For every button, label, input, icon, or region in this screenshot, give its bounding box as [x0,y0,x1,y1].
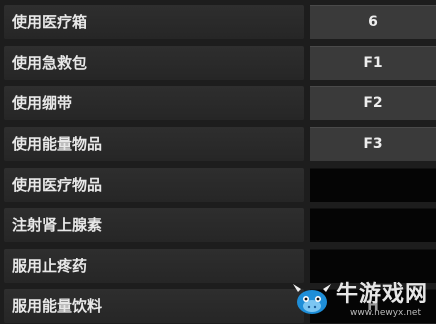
keybind-row-use-medkit: 使用医疗箱 6 [0,5,436,39]
action-cell: 使用能量物品 [4,127,304,161]
keybind-row-use-bandage: 使用绷带 F2 [0,86,436,120]
action-cell: 服用能量饮料 [4,289,304,323]
keybind-row-use-energy-item: 使用能量物品 F3 [0,127,436,161]
action-label: 服用能量饮料 [12,297,103,315]
keybind-row-use-first-aid: 使用急救包 F1 [0,46,436,80]
key-label [310,169,436,202]
key-label: F1 [363,55,383,71]
watermark-url: www.newyx.net [350,308,422,318]
action-cell: 使用医疗物品 [4,168,304,202]
action-cell: 使用绷带 [4,86,304,120]
cow-mascot-icon [290,278,334,318]
action-cell: 注射肾上腺素 [4,208,304,242]
key-label: F3 [363,136,383,152]
key-binding-button[interactable]: F1 [310,46,436,80]
action-label: 使用能量物品 [12,135,103,153]
action-cell: 服用止疼药 [4,249,304,283]
action-label: 注射肾上腺素 [12,216,103,234]
action-label: 服用止疼药 [12,257,88,275]
key-binding-button[interactable]: 6 [310,5,436,39]
keybind-row-use-medical-item: 使用医疗物品 [0,168,436,202]
action-label: 使用绷带 [12,94,73,112]
action-label: 使用医疗物品 [12,176,103,194]
key-label: F2 [363,95,383,111]
keybind-row-inject-adrenaline: 注射肾上腺素 [0,208,436,242]
site-watermark: 牛游戏网 www.newyx.net [290,276,436,324]
key-binding-button[interactable] [310,208,436,242]
action-cell: 使用急救包 [4,46,304,80]
key-binding-button[interactable]: F2 [310,86,436,120]
action-label: 使用急救包 [12,54,88,72]
key-binding-button[interactable]: F3 [310,127,436,161]
key-label: 6 [368,14,378,30]
key-label [310,209,436,242]
action-label: 使用医疗箱 [12,13,88,31]
action-cell: 使用医疗箱 [4,5,304,39]
watermark-title: 牛游戏网 [336,282,429,307]
key-binding-button[interactable] [310,168,436,202]
